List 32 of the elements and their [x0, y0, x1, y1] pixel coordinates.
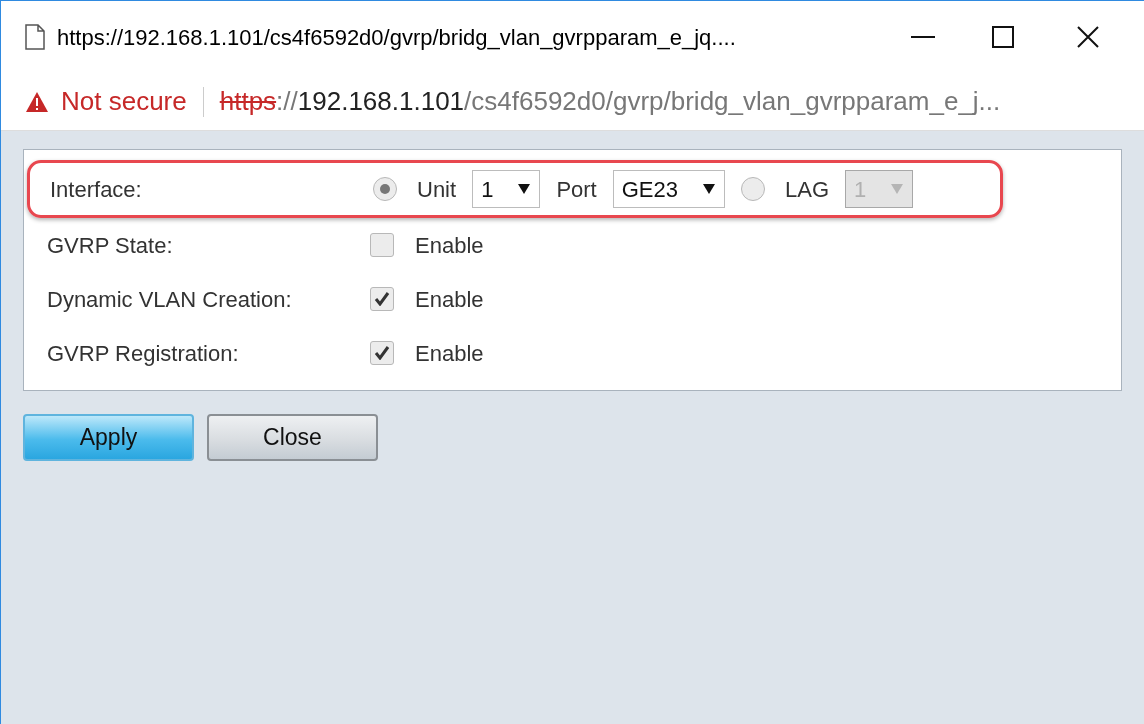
window-title: https://192.168.1.101/cs4f6592d0/gvrp/bridg_vlan_gvrpparam_e_jq....	[57, 23, 736, 52]
checkbox-label: Enable	[415, 231, 484, 260]
checkbox[interactable]	[370, 233, 394, 257]
dropdown[interactable]: 1	[472, 170, 541, 208]
close-button[interactable]: Close	[207, 414, 378, 461]
caret-icon	[890, 183, 905, 195]
page-icon	[25, 24, 45, 50]
minimize-icon	[911, 36, 935, 38]
security-label: Not secure	[61, 85, 187, 118]
check-icon	[374, 346, 390, 360]
radio-label: LAG	[785, 175, 830, 204]
dropdown[interactable]: GE23	[612, 170, 725, 208]
maximize-icon	[992, 26, 1014, 48]
apply-button[interactable]: Apply	[23, 414, 194, 461]
radio-button[interactable]	[373, 177, 397, 201]
caret-icon	[517, 183, 532, 195]
checkbox[interactable]	[370, 287, 394, 311]
field-label: GVRP Registration:	[47, 339, 240, 368]
field-label: Port	[556, 175, 597, 204]
caret-icon	[702, 183, 716, 195]
field-label: Interface:	[50, 175, 143, 204]
warning-icon	[25, 90, 49, 113]
field-label: Dynamic VLAN Creation:	[47, 285, 293, 314]
field-label: GVRP State:	[47, 231, 174, 260]
radio-label: Unit	[417, 175, 457, 204]
close-icon	[1077, 26, 1099, 48]
checkbox-label: Enable	[415, 285, 484, 314]
radio-button[interactable]	[741, 177, 765, 201]
checkbox[interactable]	[370, 341, 394, 365]
checkbox-label: Enable	[415, 339, 484, 368]
url-text[interactable]: https://192.168.1.101/cs4f6592d0/gvrp/bridg_vlan_gvrpparam_e_j...	[219, 82, 1001, 121]
check-icon	[374, 292, 390, 306]
